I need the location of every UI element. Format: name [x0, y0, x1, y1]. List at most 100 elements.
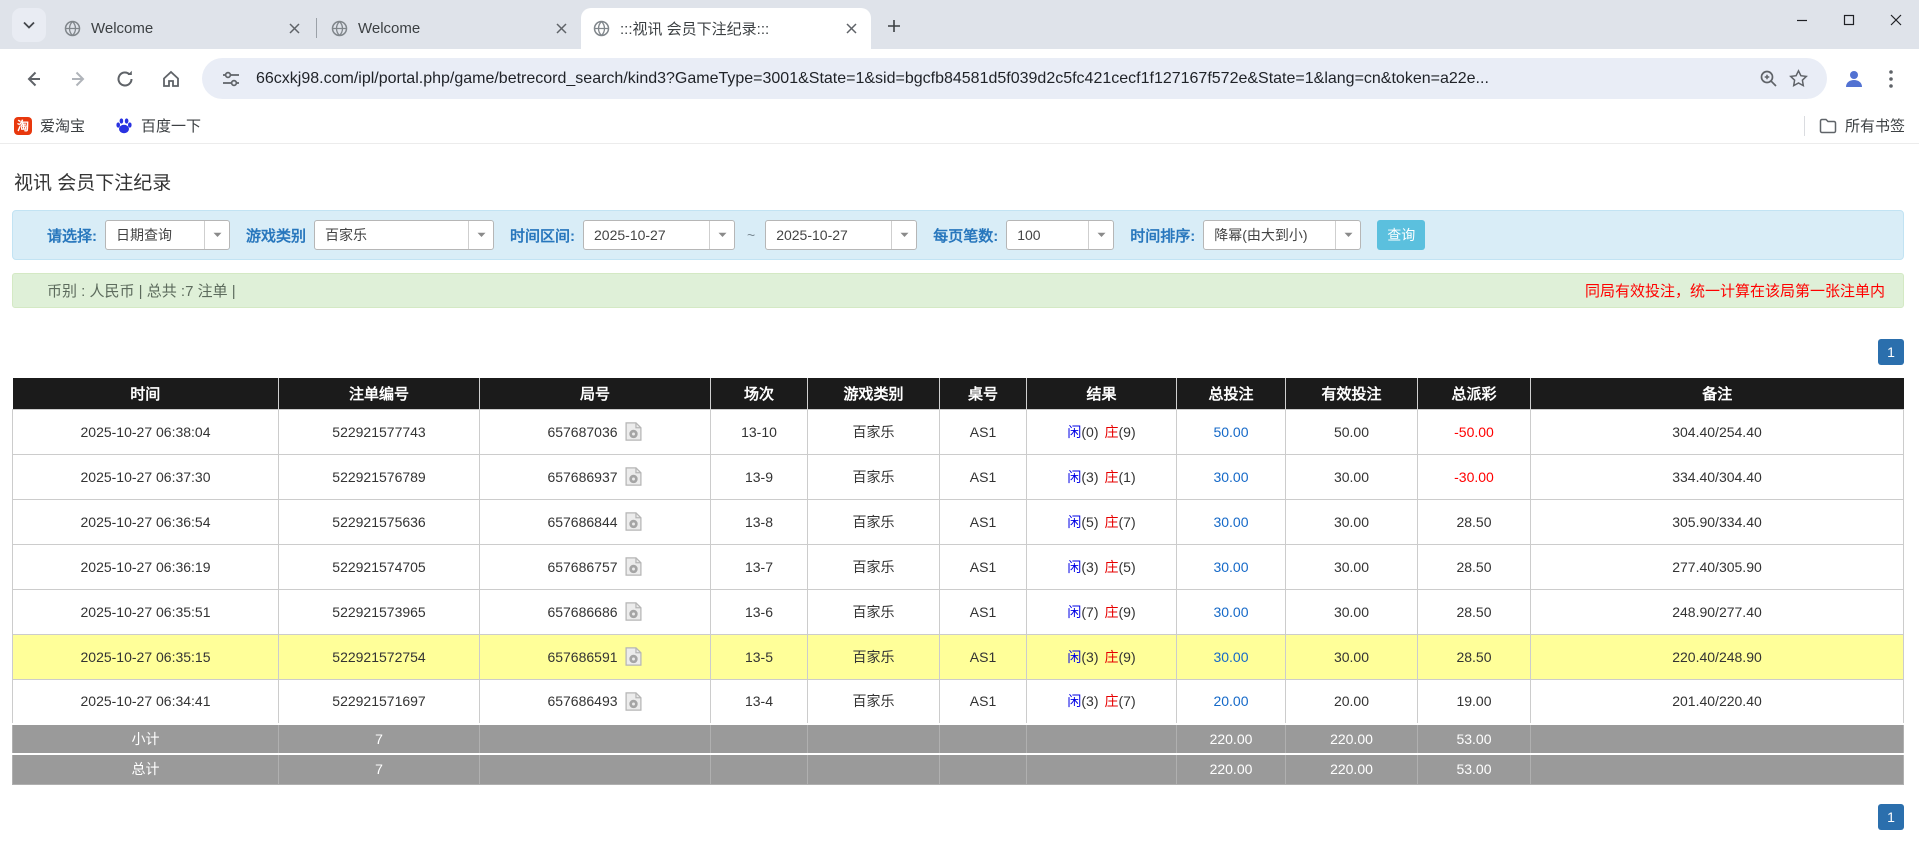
table-row: 2025-10-27 06:37:30522921576789657686937… [13, 454, 1904, 499]
column-header: 总投注 [1177, 378, 1286, 409]
page-number-button[interactable]: 1 [1878, 804, 1904, 830]
column-header: 桌号 [940, 378, 1027, 409]
cell-remark [1531, 754, 1904, 784]
cell-round-id: 657686493 [480, 679, 711, 724]
kebab-menu-icon[interactable] [1873, 61, 1909, 97]
back-icon[interactable] [13, 59, 53, 99]
column-header: 有效投注 [1286, 378, 1418, 409]
minimize-icon[interactable] [1778, 0, 1825, 40]
cell-table-no: AS1 [940, 589, 1027, 634]
cell-session [711, 724, 808, 754]
search-button[interactable]: 查询 [1377, 220, 1425, 250]
reload-icon[interactable] [105, 59, 145, 99]
game-type-select[interactable]: 百家乐 [314, 220, 494, 250]
address-bar[interactable]: 66cxkj98.com/ipl/portal.php/game/betreco… [202, 58, 1827, 99]
browser-tab-1[interactable]: Welcome [52, 8, 314, 49]
result-player: 闲 [1067, 514, 1081, 530]
date-range-label: 时间区间: [510, 225, 575, 246]
cell-total-bet: 30.00 [1177, 499, 1286, 544]
result-player-score: (3) [1081, 559, 1098, 575]
video-replay-icon[interactable] [624, 556, 643, 577]
cell-round-id: 657686591 [480, 634, 711, 679]
chevron-down-icon[interactable] [891, 221, 916, 249]
video-replay-icon[interactable] [624, 691, 643, 712]
cell-remark: 220.40/248.90 [1531, 634, 1904, 679]
result-banker-score: (7) [1119, 693, 1136, 709]
tab-search-chevron-icon[interactable] [12, 8, 46, 42]
cell-valid-bet: 220.00 [1286, 724, 1418, 754]
video-replay-icon[interactable] [624, 646, 643, 667]
tab-title: :::视讯 会员下注纪录::: [620, 18, 839, 39]
result-player-score: (7) [1081, 604, 1098, 620]
chevron-down-icon[interactable] [204, 221, 229, 249]
video-replay-icon[interactable] [624, 601, 643, 622]
result-banker: 庄 [1105, 559, 1119, 575]
forward-icon[interactable] [59, 59, 99, 99]
pagination-top: 1 [12, 339, 1904, 365]
result-banker-score: (9) [1119, 649, 1136, 665]
column-header: 局号 [480, 378, 711, 409]
chevron-down-icon[interactable] [1335, 221, 1360, 249]
chevron-down-icon[interactable] [1088, 221, 1113, 249]
bookmark-label: 爱淘宝 [40, 115, 85, 136]
close-icon[interactable] [839, 17, 863, 41]
cell-table-no: AS1 [940, 544, 1027, 589]
cell-game-type: 百家乐 [808, 634, 940, 679]
bookmark-item-aitaobao[interactable]: 淘 爱淘宝 [14, 115, 85, 136]
globe-icon [331, 20, 348, 37]
bookmarks-bar: 淘 爱淘宝 百度一下 所有书签 [0, 108, 1919, 144]
cell-total-count: 7 [279, 754, 480, 784]
window-controls [1778, 0, 1919, 40]
video-replay-icon[interactable] [624, 511, 643, 532]
page-size-select[interactable]: 100 [1006, 220, 1114, 250]
sort-order-label: 时间排序: [1130, 225, 1195, 246]
cell-total-bet: 20.00 [1177, 679, 1286, 724]
tab-divider [316, 18, 317, 38]
result-banker: 庄 [1105, 424, 1119, 440]
new-tab-plus-icon[interactable] [879, 11, 909, 41]
all-bookmarks[interactable]: 所有书签 [1804, 115, 1905, 136]
close-icon[interactable] [282, 17, 306, 41]
bookmark-item-baidu[interactable]: 百度一下 [115, 115, 201, 136]
cell-result: 闲(0) 庄(9) [1027, 409, 1177, 454]
video-replay-icon[interactable] [624, 466, 643, 487]
chevron-down-icon[interactable] [468, 221, 493, 249]
date-to-value: 2025-10-27 [766, 221, 891, 249]
result-banker-score: (9) [1119, 424, 1136, 440]
bet-table-header-row: 时间注单编号局号场次游戏类别桌号结果总投注有效投注总派彩备注 [13, 378, 1904, 409]
result-player-score: (0) [1081, 424, 1098, 440]
date-from-value: 2025-10-27 [584, 221, 709, 249]
zoom-icon[interactable] [1753, 64, 1783, 94]
globe-icon [64, 20, 81, 37]
close-window-icon[interactable] [1872, 0, 1919, 40]
date-to-select[interactable]: 2025-10-27 [765, 220, 917, 250]
column-header: 游戏类别 [808, 378, 940, 409]
cell-round-id: 657686686 [480, 589, 711, 634]
site-settings-tune-icon[interactable] [216, 64, 246, 94]
close-icon[interactable] [549, 17, 573, 41]
chevron-down-icon[interactable] [709, 221, 734, 249]
browser-tab-2[interactable]: Welcome [319, 8, 581, 49]
result-player: 闲 [1067, 424, 1081, 440]
profile-icon[interactable] [1835, 60, 1873, 98]
cell-payout: 28.50 [1418, 544, 1531, 589]
result-player: 闲 [1067, 649, 1081, 665]
round-id: 657686757 [547, 559, 617, 575]
bookmarks-divider [1804, 116, 1805, 136]
bookmark-star-icon[interactable] [1783, 64, 1813, 94]
maximize-icon[interactable] [1825, 0, 1872, 40]
date-from-select[interactable]: 2025-10-27 [583, 220, 735, 250]
cell-total-count: 7 [279, 724, 480, 754]
video-replay-icon[interactable] [624, 421, 643, 442]
cell-payout: -30.00 [1418, 454, 1531, 499]
cell-result [1027, 724, 1177, 754]
sort-order-select[interactable]: 降幂(由大到小) [1203, 220, 1361, 250]
browser-tab-active[interactable]: :::视讯 会员下注纪录::: [581, 8, 871, 49]
cell-time: 2025-10-27 06:38:04 [13, 409, 279, 454]
result-player: 闲 [1067, 604, 1081, 620]
page-number-button[interactable]: 1 [1878, 339, 1904, 365]
result-banker-score: (1) [1119, 469, 1136, 485]
home-icon[interactable] [151, 59, 191, 99]
query-type-select[interactable]: 日期查询 [105, 220, 230, 250]
url-text[interactable]: 66cxkj98.com/ipl/portal.php/game/betreco… [256, 70, 1753, 88]
